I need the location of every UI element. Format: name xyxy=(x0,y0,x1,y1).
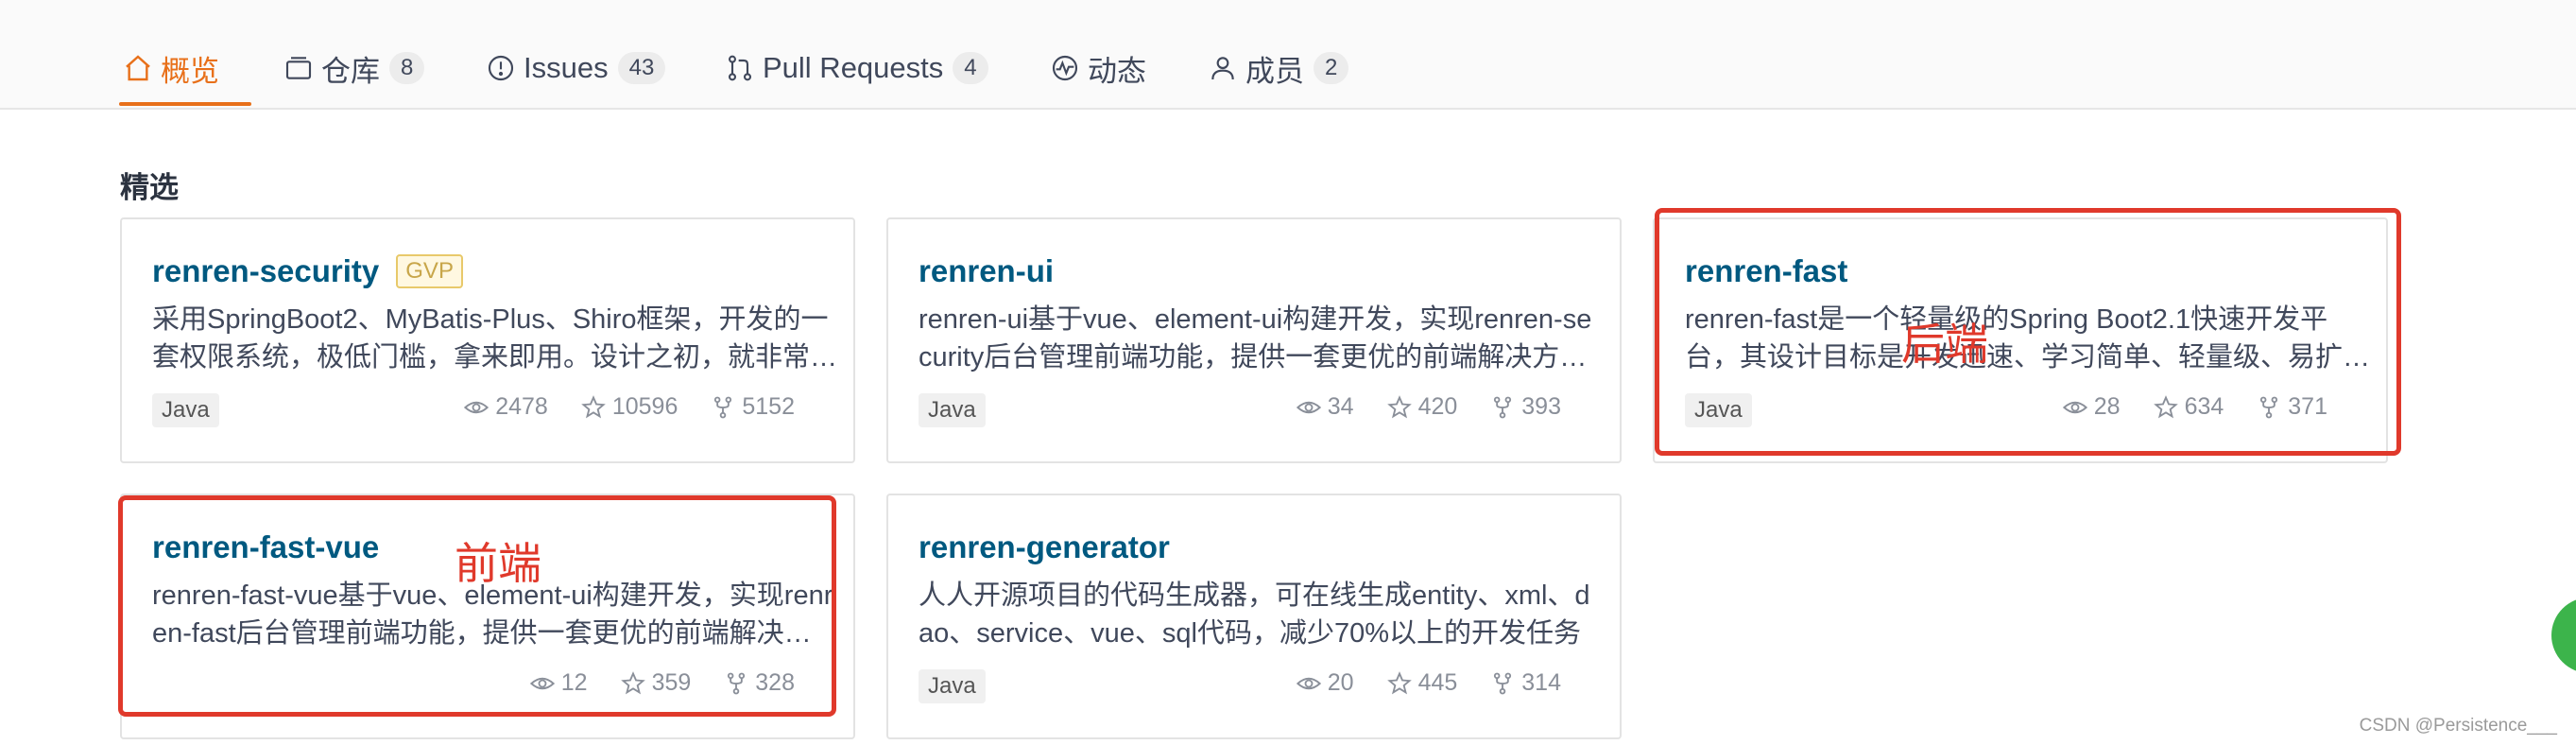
fork-count: 5152 xyxy=(742,393,795,420)
star-count: 420 xyxy=(1417,393,1458,420)
home-icon xyxy=(121,51,155,85)
tab-pull-requests[interactable]: Pull Requests 4 xyxy=(723,47,988,89)
star-stat: 10596 xyxy=(580,393,678,421)
repo-name-link[interactable]: renren-generator xyxy=(919,529,1170,565)
watch-stat: 2478 xyxy=(463,393,548,421)
pull-request-icon xyxy=(723,51,757,85)
watch-count: 2478 xyxy=(495,393,548,420)
watch-stat: 20 xyxy=(1296,669,1354,697)
count-badge: 2 xyxy=(1314,52,1349,84)
fork-icon xyxy=(1494,672,1512,694)
repo-tab-bar: 概览 仓库 8 Issues 43 Pull Requests 4 动态 成员 … xyxy=(0,0,2576,110)
repo-description: 采用SpringBoot2、MyBatis-Plus、Shiro框架，开发的一套… xyxy=(152,304,837,372)
card-title-row: renren-ui xyxy=(919,253,1054,289)
watermark: CSDN @Persistence___ xyxy=(2359,716,2557,736)
section-title: 精选 xyxy=(120,171,179,204)
member-icon xyxy=(1206,51,1240,85)
frontend-annotation: 前端 xyxy=(455,538,541,589)
repo-card[interactable]: renren-ui renren-ui基于vue、element-ui构建开发，… xyxy=(886,217,1622,463)
fork-stat: 314 xyxy=(1489,669,1561,697)
repo-stats: 2478 10596 5152 xyxy=(431,393,795,421)
repo-name-link[interactable]: renren-security xyxy=(152,253,379,289)
repo-icon xyxy=(282,51,316,85)
count-badge: 4 xyxy=(953,52,988,84)
gvp-badge: GVP xyxy=(396,254,463,288)
tab-label: 成员 xyxy=(1245,54,1304,88)
tab-activity[interactable]: 动态 xyxy=(1048,47,1146,89)
language-tag[interactable]: Java xyxy=(152,393,219,427)
language-tag[interactable]: Java xyxy=(919,669,986,703)
star-icon xyxy=(581,394,606,418)
watch-stat: 34 xyxy=(1296,393,1354,421)
active-tab-indicator xyxy=(119,102,251,106)
tab-label: 仓库 xyxy=(321,54,380,88)
fork-stat: 393 xyxy=(1489,393,1561,421)
star-icon xyxy=(1386,394,1412,418)
backend-highlight-box xyxy=(1655,208,2401,456)
eye-icon xyxy=(1296,677,1321,689)
floating-action-icon[interactable] xyxy=(2551,598,2576,673)
activity-icon xyxy=(1048,51,1082,85)
fork-count: 314 xyxy=(1521,669,1561,696)
count-badge: 43 xyxy=(617,52,666,84)
tab-members[interactable]: 成员 2 xyxy=(1206,47,1349,89)
repo-stats: 20 445 314 xyxy=(1263,669,1561,697)
watch-count: 34 xyxy=(1327,393,1354,420)
card-title-row: renren-generator xyxy=(919,529,1170,565)
watch-count: 20 xyxy=(1327,669,1354,696)
issue-icon xyxy=(484,51,518,85)
tab-label: 动态 xyxy=(1088,54,1146,88)
repo-name-link[interactable]: renren-ui xyxy=(919,253,1054,289)
repo-stats: 34 420 393 xyxy=(1263,393,1561,421)
tab-label: Issues xyxy=(524,51,609,84)
count-badge: 8 xyxy=(389,52,425,84)
fork-stat: 5152 xyxy=(710,393,795,421)
repo-card[interactable]: renren-generator 人人开源项目的代码生成器，可在线生成entit… xyxy=(886,494,1622,739)
tab-label: 概览 xyxy=(161,54,219,88)
card-title-row: renren-security GVP xyxy=(152,253,463,289)
eye-icon xyxy=(464,401,489,413)
eye-icon xyxy=(1296,401,1321,413)
backend-annotation: 后端 xyxy=(1901,319,1988,370)
language-tag[interactable]: Java xyxy=(919,393,986,427)
repo-description: 人人开源项目的代码生成器，可在线生成entity、xml、dao、service… xyxy=(919,580,1590,649)
tab-label: Pull Requests xyxy=(763,51,944,84)
tab-repos[interactable]: 仓库 8 xyxy=(282,47,425,89)
repo-description: renren-ui基于vue、element-ui构建开发，实现renren-s… xyxy=(919,304,1592,372)
fork-count: 393 xyxy=(1521,393,1561,420)
star-stat: 420 xyxy=(1386,393,1458,421)
star-count: 445 xyxy=(1417,669,1458,696)
fork-icon xyxy=(714,396,732,418)
repo-card[interactable]: renren-security GVP 采用SpringBoot2、MyBati… xyxy=(120,217,855,463)
fork-icon xyxy=(1494,396,1512,418)
tab-overview[interactable]: 概览 xyxy=(121,47,219,89)
star-stat: 445 xyxy=(1386,669,1458,697)
star-icon xyxy=(1386,670,1412,694)
star-count: 10596 xyxy=(611,393,678,420)
tab-issues[interactable]: Issues 43 xyxy=(484,47,666,89)
